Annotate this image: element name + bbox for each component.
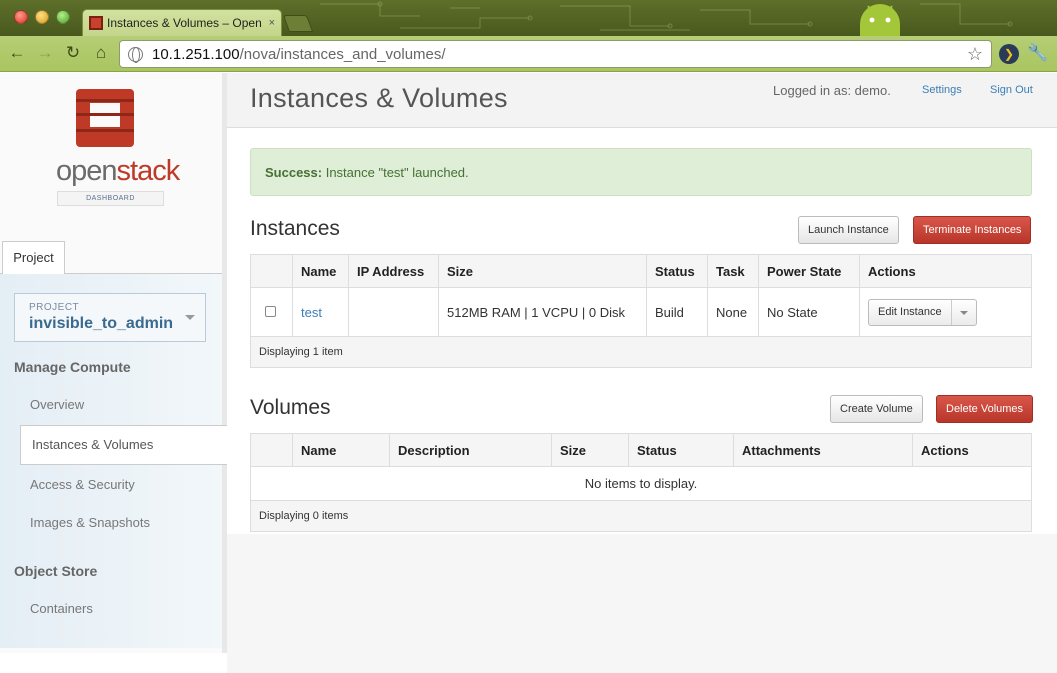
- chevron-down-icon: [185, 315, 195, 320]
- column-header[interactable]: IP Address: [348, 254, 439, 288]
- sidebar-item-access-security[interactable]: Access & Security: [30, 477, 135, 492]
- window-minimize-button[interactable]: [35, 10, 49, 24]
- openstack-logo-mark: [76, 89, 134, 147]
- table-header-row: Name Description Size Status Attachments…: [250, 433, 1032, 467]
- page-footer-area: [227, 534, 1057, 673]
- volumes-table: Name Description Size Status Attachments…: [250, 433, 1032, 532]
- instance-task: None: [707, 287, 759, 337]
- tab-title: Instances & Volumes – Open: [107, 16, 262, 30]
- sidebar-item-containers[interactable]: Containers: [30, 601, 93, 616]
- settings-link[interactable]: Settings: [922, 84, 962, 96]
- column-header[interactable]: Power State: [758, 254, 860, 288]
- column-header[interactable]: Actions: [912, 433, 1032, 467]
- forward-icon[interactable]: →: [34, 43, 56, 63]
- alert-strong: Success:: [265, 165, 323, 180]
- instance-actions-dropdown: Edit Instance: [868, 298, 977, 326]
- chevron-down-icon[interactable]: [952, 300, 976, 325]
- table-footer: Displaying 0 items: [250, 500, 1032, 532]
- extension-icon[interactable]: ❯: [999, 44, 1019, 64]
- instance-ip: [348, 287, 439, 337]
- sidebar-item-overview[interactable]: Overview: [30, 397, 84, 412]
- column-header[interactable]: Name: [292, 254, 349, 288]
- instance-power-state: No State: [758, 287, 860, 337]
- bookmark-star-icon[interactable]: ☆: [967, 44, 983, 65]
- instance-status: Build: [646, 287, 708, 337]
- globe-icon: [128, 46, 143, 63]
- sidebar-item-instances-volumes[interactable]: Instances & Volumes: [20, 425, 227, 465]
- openstack-logo[interactable]: openstack DASHBOARD: [56, 87, 180, 207]
- favicon-icon: [89, 16, 103, 30]
- project-label: PROJECT: [29, 302, 80, 313]
- sign-out-link[interactable]: Sign Out: [990, 84, 1033, 96]
- browser-chrome: Instances & Volumes – Open × ← → ↻ ⌂ 10.…: [0, 0, 1057, 72]
- column-header[interactable]: Attachments: [733, 433, 913, 467]
- logged-in-text: Logged in as: demo.: [773, 83, 891, 98]
- select-all-header: [250, 433, 293, 467]
- column-header[interactable]: Size: [438, 254, 647, 288]
- launch-instance-button[interactable]: Launch Instance: [798, 216, 899, 244]
- alert-message: Instance "test" launched.: [322, 165, 469, 180]
- select-all-header: [250, 254, 293, 288]
- project-panel: PROJECT invisible_to_admin Manage Comput…: [0, 273, 227, 648]
- instances-heading: Instances: [250, 217, 340, 240]
- column-header[interactable]: Description: [389, 433, 552, 467]
- url-host: 10.1.251.100: [152, 45, 240, 63]
- empty-row: No items to display.: [251, 467, 1032, 501]
- instances-count: Displaying 1 item: [250, 336, 1032, 368]
- window-close-button[interactable]: [14, 10, 28, 24]
- logo-wordmark: openstack: [56, 155, 180, 187]
- project-name: invisible_to_admin: [29, 315, 174, 332]
- table-header-row: Name IP Address Size Status Task Power S…: [250, 254, 1032, 288]
- instance-size: 512MB RAM | 1 VCPU | 0 Disk: [438, 287, 647, 337]
- browser-tab[interactable]: Instances & Volumes – Open ×: [82, 9, 282, 36]
- volumes-count: Displaying 0 items: [250, 500, 1032, 532]
- sidebar-item-images-snapshots[interactable]: Images & Snapshots: [30, 515, 150, 530]
- table-footer: Displaying 1 item: [250, 336, 1032, 368]
- object-store-heading: Object Store: [14, 563, 98, 579]
- home-icon[interactable]: ⌂: [90, 43, 112, 63]
- table-row: test 512MB RAM | 1 VCPU | 0 Disk Build N…: [251, 287, 1032, 337]
- no-items-text: No items to display.: [584, 476, 698, 491]
- instance-name-link[interactable]: test: [301, 305, 322, 320]
- sidebar: openstack DASHBOARD Project PROJECT invi…: [0, 73, 227, 653]
- project-switcher[interactable]: PROJECT invisible_to_admin: [14, 293, 206, 342]
- column-header[interactable]: Actions: [859, 254, 1032, 288]
- success-alert: Success: Instance "test" launched.: [250, 148, 1032, 196]
- tab-project[interactable]: Project: [2, 241, 65, 274]
- column-header[interactable]: Status: [628, 433, 734, 467]
- main-content: Instances & Volumes Logged in as: demo. …: [227, 73, 1057, 673]
- back-icon[interactable]: ←: [6, 43, 28, 63]
- page-title: Instances & Volumes: [250, 83, 508, 113]
- manage-compute-heading: Manage Compute: [14, 359, 131, 375]
- tab-close-icon[interactable]: ×: [269, 17, 275, 29]
- column-header[interactable]: Status: [646, 254, 708, 288]
- row-checkbox[interactable]: [265, 305, 276, 317]
- tab-strip: Instances & Volumes – Open ×: [0, 0, 1057, 36]
- edit-instance-button[interactable]: Edit Instance: [869, 299, 952, 325]
- wrench-icon[interactable]: 🔧: [1027, 43, 1048, 63]
- page-header: Instances & Volumes Logged in as: demo. …: [227, 73, 1057, 128]
- address-bar[interactable]: 10.1.251.100/nova/instances_and_volumes/…: [119, 40, 992, 68]
- volumes-heading: Volumes: [250, 396, 331, 419]
- column-header[interactable]: Size: [551, 433, 629, 467]
- window-maximize-button[interactable]: [56, 10, 70, 24]
- browser-toolbar: ← → ↻ ⌂ 10.1.251.100/nova/instances_and_…: [0, 36, 1057, 72]
- column-header[interactable]: Task: [707, 254, 759, 288]
- instances-table: Name IP Address Size Status Task Power S…: [250, 254, 1032, 368]
- logo-dashboard-label: DASHBOARD: [57, 191, 164, 206]
- column-header[interactable]: Name: [292, 433, 390, 467]
- android-icon: [860, 4, 900, 36]
- url-path: /nova/instances_and_volumes/: [239, 45, 446, 63]
- terminate-instances-button[interactable]: Terminate Instances: [913, 216, 1032, 244]
- delete-volumes-button[interactable]: Delete Volumes: [936, 395, 1034, 423]
- reload-icon[interactable]: ↻: [62, 43, 84, 63]
- create-volume-button[interactable]: Create Volume: [830, 395, 923, 423]
